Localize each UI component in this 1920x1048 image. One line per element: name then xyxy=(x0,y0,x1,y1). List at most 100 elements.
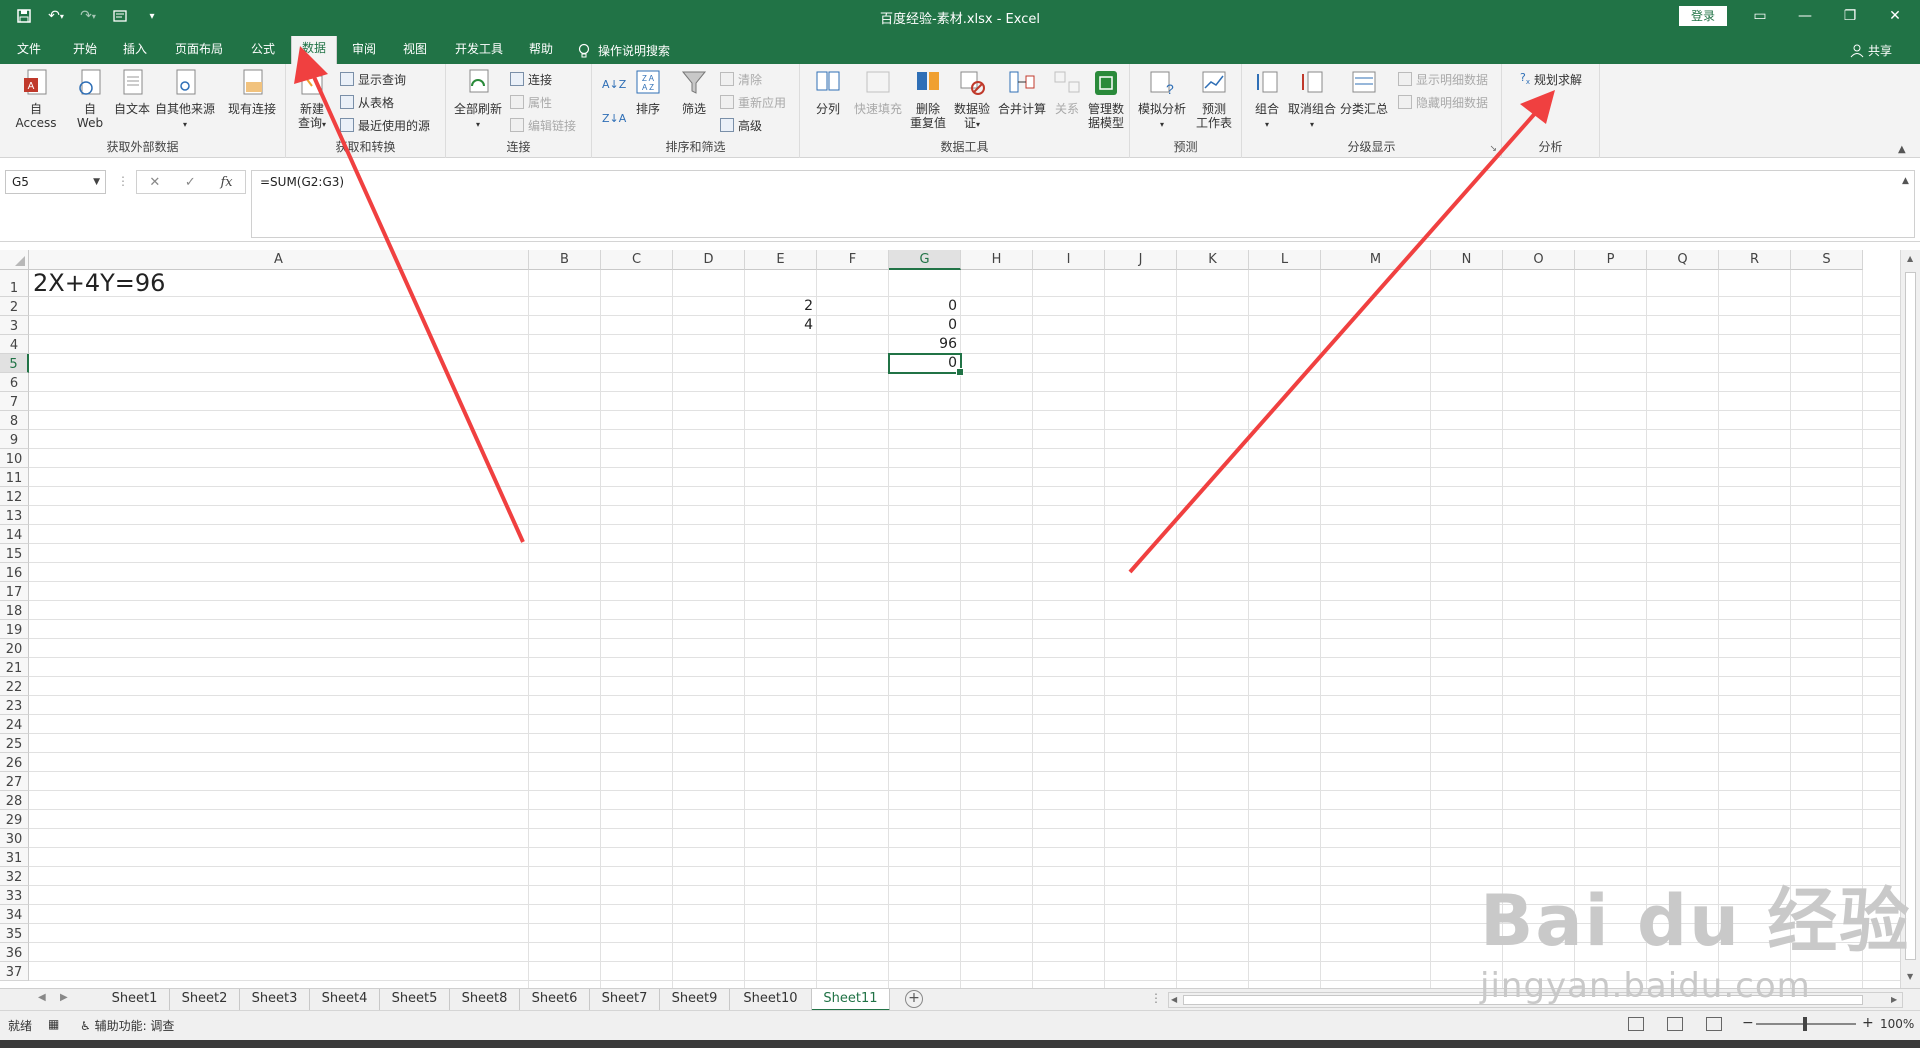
from-web-button[interactable]: 自 Web xyxy=(70,68,110,130)
add-sheet-icon[interactable]: + xyxy=(905,990,923,1008)
row-header-22[interactable]: 22 xyxy=(0,677,29,696)
tab-file[interactable]: 文件 xyxy=(10,38,48,64)
tab-formulas[interactable]: 公式 xyxy=(244,38,282,64)
row-header-16[interactable]: 16 xyxy=(0,563,29,582)
column-header-j[interactable]: J xyxy=(1105,250,1177,270)
tab-developer[interactable]: 开发工具 xyxy=(448,38,510,64)
selection-box[interactable] xyxy=(888,353,964,376)
row-header-30[interactable]: 30 xyxy=(0,829,29,848)
close-icon[interactable]: ✕ xyxy=(1880,4,1910,28)
row-header-24[interactable]: 24 xyxy=(0,715,29,734)
row-header-18[interactable]: 18 xyxy=(0,601,29,620)
manage-data-model-button[interactable]: 管理数 据模型 xyxy=(1084,68,1128,130)
zoom-in-icon[interactable]: + xyxy=(1862,1015,1874,1031)
column-header-s[interactable]: S xyxy=(1791,250,1863,270)
name-box[interactable]: G5 ▼ xyxy=(5,170,106,194)
row-header-26[interactable]: 26 xyxy=(0,753,29,772)
row-header-1[interactable]: 1 xyxy=(0,270,29,297)
sheet-tab-sheet10[interactable]: Sheet10 xyxy=(730,989,812,1011)
tab-split-handle[interactable]: ⋮ xyxy=(1150,991,1162,1005)
row-header-27[interactable]: 27 xyxy=(0,772,29,791)
column-header-e[interactable]: E xyxy=(745,250,817,270)
row-header-33[interactable]: 33 xyxy=(0,886,29,905)
from-other-sources-button[interactable]: 自其他来源 ▾ xyxy=(153,68,217,132)
formula-input[interactable]: =SUM(G2:G3) xyxy=(251,170,1915,238)
row-header-28[interactable]: 28 xyxy=(0,791,29,810)
cell-g4[interactable]: 96 xyxy=(889,335,961,354)
reapply-button[interactable]: 重新应用 xyxy=(720,92,786,112)
row-header-5[interactable]: 5 xyxy=(0,354,29,373)
insert-function-icon[interactable]: fx xyxy=(220,175,232,190)
sort-ascending-icon[interactable]: A↓Z xyxy=(602,74,626,94)
expand-formula-bar-icon[interactable]: ▲ xyxy=(1902,176,1909,186)
tab-review[interactable]: 审阅 xyxy=(345,38,383,64)
row-header-20[interactable]: 20 xyxy=(0,639,29,658)
row-header-12[interactable]: 12 xyxy=(0,487,29,506)
row-header-14[interactable]: 14 xyxy=(0,525,29,544)
cancel-icon[interactable]: ✕ xyxy=(149,175,160,190)
row-header-11[interactable]: 11 xyxy=(0,468,29,487)
row-header-6[interactable]: 6 xyxy=(0,373,29,392)
relationships-button[interactable]: 关系 xyxy=(1050,68,1084,116)
scroll-up-icon[interactable]: ▲ xyxy=(1907,254,1913,263)
column-header-i[interactable]: I xyxy=(1033,250,1105,270)
macro-record-icon[interactable]: ▦ xyxy=(48,1017,59,1031)
advanced-filter-button[interactable]: 高级 xyxy=(720,115,762,135)
hide-detail-button[interactable]: 隐藏明细数据 xyxy=(1398,92,1488,112)
page-layout-view-icon[interactable] xyxy=(1667,1017,1683,1031)
column-header-n[interactable]: N xyxy=(1431,250,1503,270)
sheet-tab-sheet8[interactable]: Sheet8 xyxy=(450,989,520,1011)
subtotal-button[interactable]: 分类汇总 xyxy=(1338,68,1390,116)
column-header-o[interactable]: O xyxy=(1503,250,1575,270)
column-header-b[interactable]: B xyxy=(529,250,601,270)
next-sheet-icon[interactable]: ▶ xyxy=(60,992,68,1003)
what-if-analysis-button[interactable]: ? 模拟分析 ▾ xyxy=(1136,68,1188,132)
edit-links-button[interactable]: 编辑链接 xyxy=(510,115,576,135)
tab-home[interactable]: 开始 xyxy=(66,38,104,64)
login-button[interactable]: 登录 xyxy=(1679,6,1727,26)
tab-data[interactable]: 数据 xyxy=(291,36,337,64)
recent-sources-button[interactable]: 最近使用的源 xyxy=(340,115,430,135)
from-text-button[interactable]: 自文本 xyxy=(112,68,152,116)
column-header-h[interactable]: H xyxy=(961,250,1033,270)
row-header-36[interactable]: 36 xyxy=(0,943,29,962)
sheet-tab-sheet6[interactable]: Sheet6 xyxy=(520,989,590,1011)
refresh-all-button[interactable]: 全部刷新 ▾ xyxy=(452,68,504,132)
row-header-7[interactable]: 7 xyxy=(0,392,29,411)
flash-fill-button[interactable]: 快速填充 xyxy=(852,68,904,116)
zoom-slider-thumb[interactable] xyxy=(1803,1017,1807,1031)
restore-icon[interactable]: ❐ xyxy=(1835,4,1865,28)
select-all-corner[interactable] xyxy=(0,250,29,270)
sheet-tab-sheet3[interactable]: Sheet3 xyxy=(240,989,310,1011)
tab-insert[interactable]: 插入 xyxy=(116,38,154,64)
column-header-r[interactable]: R xyxy=(1719,250,1791,270)
row-header-4[interactable]: 4 xyxy=(0,335,29,354)
row-header-23[interactable]: 23 xyxy=(0,696,29,715)
sheet-tab-sheet11[interactable]: Sheet11 xyxy=(812,989,890,1011)
prev-sheet-icon[interactable]: ◀ xyxy=(38,992,46,1003)
ribbon-display-icon[interactable]: ▭ xyxy=(1745,4,1775,28)
text-to-columns-button[interactable]: 分列 xyxy=(808,68,848,116)
tell-me-search[interactable]: 操作说明搜索 xyxy=(578,42,670,59)
vertical-scroll-thumb[interactable] xyxy=(1905,272,1916,960)
sheet-tab-sheet1[interactable]: Sheet1 xyxy=(100,989,170,1011)
column-header-q[interactable]: Q xyxy=(1647,250,1719,270)
row-header-17[interactable]: 17 xyxy=(0,582,29,601)
connections-button[interactable]: 连接 xyxy=(510,69,552,89)
cell-e3[interactable]: 4 xyxy=(745,316,817,335)
sort-descending-icon[interactable]: Z↓A xyxy=(602,108,626,128)
filter-button[interactable]: 筛选 xyxy=(674,68,714,116)
row-header-3[interactable]: 3 xyxy=(0,316,29,335)
tab-view[interactable]: 视图 xyxy=(396,38,434,64)
column-header-p[interactable]: P xyxy=(1575,250,1647,270)
cell-g3[interactable]: 0 xyxy=(889,316,961,335)
clear-filter-button[interactable]: 清除 xyxy=(720,69,762,89)
sheet-tab-sheet5[interactable]: Sheet5 xyxy=(380,989,450,1011)
row-header-10[interactable]: 10 xyxy=(0,449,29,468)
forecast-sheet-button[interactable]: 预测 工作表 xyxy=(1192,68,1236,130)
sheet-tab-sheet9[interactable]: Sheet9 xyxy=(660,989,730,1011)
column-header-g[interactable]: G xyxy=(889,250,961,270)
cell-e2[interactable]: 2 xyxy=(745,297,817,316)
column-header-f[interactable]: F xyxy=(817,250,889,270)
data-validation-button[interactable]: 数据验 证▾ xyxy=(950,68,994,132)
